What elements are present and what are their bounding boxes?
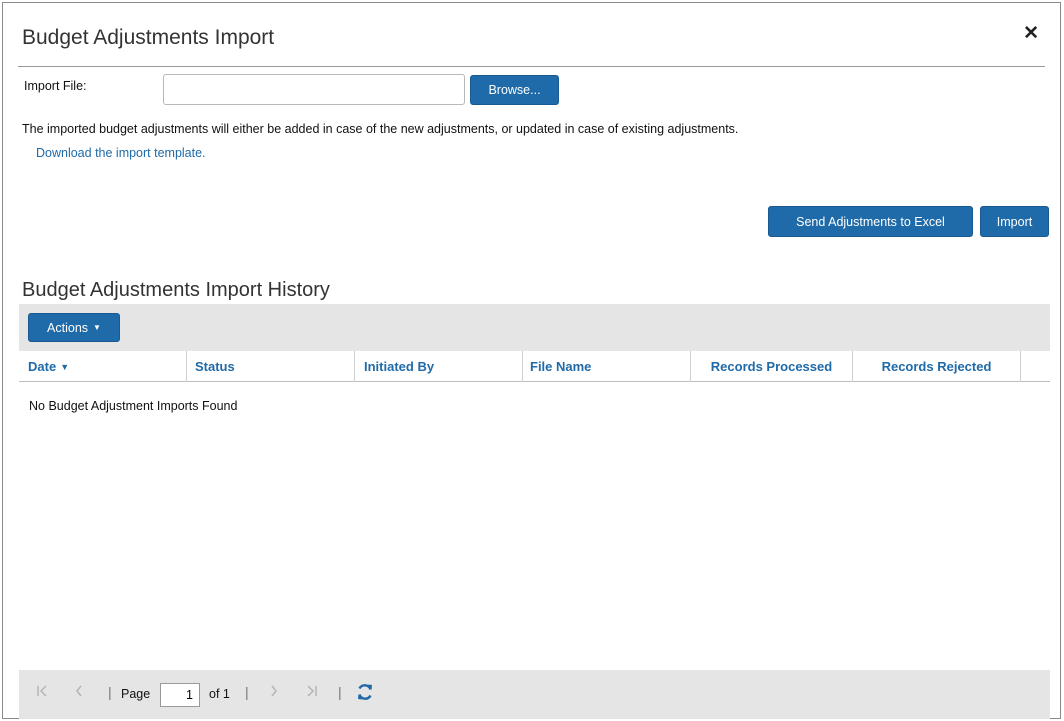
page-label: Page [121,687,151,701]
column-header-records-processed[interactable]: Records Processed [691,351,853,382]
actions-label: Actions [47,320,89,335]
close-icon[interactable]: ✕ [1023,23,1039,45]
dialog-title: Budget Adjustments Import [22,26,275,49]
actions-button[interactable]: Actions ▼ [28,313,120,342]
budget-adjustments-import-dialog: Budget Adjustments Import ✕ Import File:… [2,2,1061,719]
pagination-bar: | Page of 1 | | [19,670,1050,719]
next-page-icon[interactable] [270,685,278,700]
sort-descending-icon: ▼ [60,361,70,372]
column-header-label: File Name [530,359,592,374]
browse-button[interactable]: Browse... [470,75,559,105]
history-toolbar: Actions ▼ [19,304,1050,351]
caret-down-icon: ▼ [93,323,101,332]
title-divider [18,66,1045,67]
send-adjustments-to-excel-button[interactable]: Send Adjustments to Excel [768,206,973,237]
column-header-label: Status [195,359,235,374]
column-header-label: Records Rejected [881,359,992,374]
empty-history-message: No Budget Adjustment Imports Found [29,399,238,413]
page-number-input[interactable] [160,683,200,707]
prev-page-icon[interactable] [75,685,83,700]
column-header-file-name[interactable]: File Name [523,351,691,382]
column-header-records-rejected[interactable]: Records Rejected [853,351,1021,382]
import-file-label: Import File: [24,79,87,93]
column-header-label: Date [28,359,57,374]
column-header-date[interactable]: Date ▼ [19,351,187,382]
column-header-label: Initiated By [364,359,435,374]
import-button[interactable]: Import [980,206,1049,237]
pager-separator: | [245,684,249,700]
last-page-icon[interactable] [307,685,317,700]
first-page-icon[interactable] [37,685,47,700]
history-title: Budget Adjustments Import History [22,279,330,301]
pager-separator: | [338,684,342,700]
pager-separator: | [108,684,112,700]
import-file-input[interactable] [163,74,465,105]
refresh-icon[interactable] [356,683,374,704]
column-header-initiated-by[interactable]: Initiated By [355,351,523,382]
page-count-label: of 1 [209,687,230,701]
import-info-text: The imported budget adjustments will eit… [22,122,739,136]
history-grid-header: Date ▼ Status Initiated By File Name Rec… [19,351,1050,382]
column-header-status[interactable]: Status [187,351,355,382]
download-template-link[interactable]: Download the import template. [36,146,206,160]
column-header-label: Records Processed [710,359,833,374]
